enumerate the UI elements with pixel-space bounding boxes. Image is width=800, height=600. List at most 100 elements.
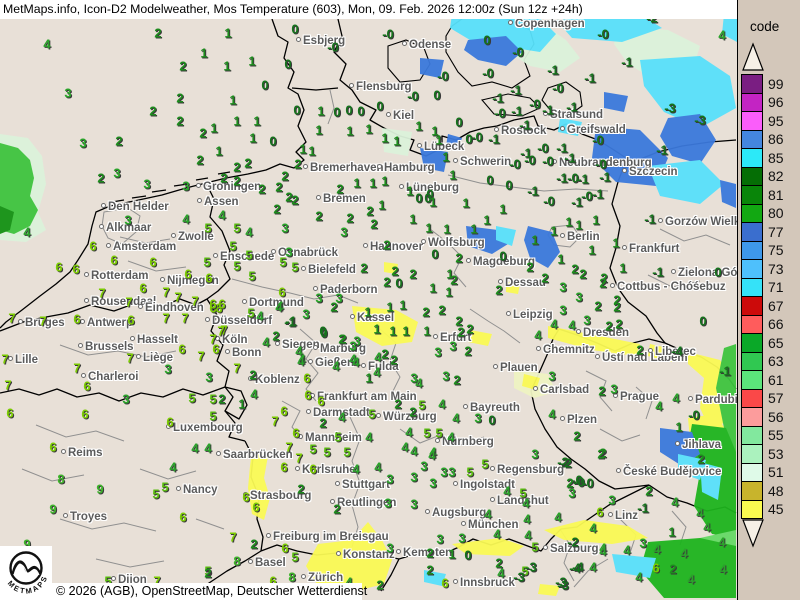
- legend-code-label: 56: [768, 409, 784, 425]
- temp-value: -4: [569, 562, 581, 575]
- legend-code-label: 85: [768, 150, 784, 166]
- temp-value: 2: [176, 115, 183, 128]
- temp-value: -0: [482, 67, 494, 80]
- temp-value: 6: [49, 441, 56, 454]
- temp-value: 4: [410, 445, 417, 458]
- temp-value: 2: [597, 448, 604, 461]
- temp-value: 2: [97, 172, 104, 185]
- city-label-hannover: Hannover: [363, 241, 423, 253]
- temp-value: 2: [599, 277, 606, 290]
- temp-value: 6: [55, 261, 62, 274]
- temp-value: 6: [166, 416, 173, 429]
- city-label-regensburg: Regensburg: [490, 464, 564, 476]
- temp-value: 4: [401, 441, 408, 454]
- temp-value: 6: [6, 407, 13, 420]
- temp-value: 5: [368, 408, 375, 421]
- temp-value: -1: [542, 104, 554, 117]
- legend-entry: 81: [741, 185, 800, 205]
- legend-code-label: 53: [768, 446, 784, 462]
- legend-swatch: [741, 463, 763, 483]
- temp-value: 7: [197, 350, 204, 363]
- city-label-innsbruck: Innsbruck: [453, 577, 515, 589]
- legend-entry: 67: [741, 296, 800, 316]
- temp-value: 1: [248, 55, 255, 68]
- temp-value: 9: [96, 483, 103, 496]
- temp-value: 2: [645, 485, 652, 498]
- temp-value: 1: [233, 115, 240, 128]
- temp-value: 2: [426, 547, 433, 560]
- temp-value: -1: [527, 185, 539, 198]
- temp-value: 1: [406, 185, 413, 198]
- metmaps-logo[interactable]: METMAPS: [0, 546, 52, 600]
- temp-value: -1: [547, 64, 559, 77]
- temp-value: 3: [474, 412, 481, 425]
- city-label-groningen: Groningen: [196, 181, 261, 193]
- temp-value: 7: [1, 353, 8, 366]
- temp-value: 4: [599, 545, 606, 558]
- legend-entry: 99: [741, 74, 800, 94]
- legend-swatch: [741, 407, 763, 427]
- temp-value: 2: [426, 564, 433, 577]
- city-label-antwerp: Antwerp: [80, 317, 133, 329]
- temp-value: 4: [493, 528, 500, 541]
- temp-value: 0: [699, 315, 706, 328]
- temp-value: 0: [395, 277, 402, 290]
- temp-value: 4: [484, 508, 491, 521]
- temp-value: 4: [43, 38, 50, 51]
- temp-value: 4: [548, 408, 555, 421]
- temp-value: 2: [294, 158, 301, 171]
- temp-value: 0: [499, 250, 506, 263]
- temp-value: 0: [714, 266, 721, 279]
- temp-value: 2: [697, 453, 704, 466]
- temp-value: 3: [434, 346, 441, 359]
- city-label-mannheim: Mannheim: [298, 432, 362, 444]
- temp-value: 4: [589, 561, 596, 574]
- city-label-stuttgart: Stuttgart: [335, 479, 390, 491]
- temp-value: 6: [280, 405, 287, 418]
- legend-code-label: 57: [768, 390, 784, 406]
- legend-entries: 9996958685828180777573716766656361575655…: [741, 74, 800, 519]
- legend-code-label: 71: [768, 279, 784, 295]
- legend-swatch: [741, 296, 763, 316]
- temp-value: 0: [284, 58, 291, 71]
- temp-value: 4: [568, 319, 575, 332]
- temp-value: -3: [694, 114, 706, 127]
- weather-map[interactable]: EsbjergOdenseCopenhagenFlensburgKielLübe…: [0, 0, 737, 600]
- temp-value: -0: [529, 98, 541, 111]
- temp-value: -1: [644, 213, 656, 226]
- map-title: MetMaps.info, Icon-D2 Modelweather, Mos …: [0, 0, 741, 19]
- temp-value: 5: [323, 446, 330, 459]
- city-label-lille: Lille: [8, 354, 38, 366]
- temp-value: 2: [409, 406, 416, 419]
- temp-value: 7: [162, 286, 169, 299]
- temp-value: 1: [612, 237, 619, 250]
- temp-value: 3: [559, 304, 566, 317]
- temp-value: 1: [224, 27, 231, 40]
- legend-entry: 77: [741, 222, 800, 242]
- temp-value: 6: [127, 314, 134, 327]
- temp-value: -1: [511, 105, 523, 118]
- temp-value: 3: [608, 494, 615, 507]
- temp-value: 1: [215, 145, 222, 158]
- temp-value: 7: [73, 362, 80, 375]
- temp-value: 1: [373, 323, 380, 336]
- temp-value: 7: [181, 312, 188, 325]
- legend-swatch: [741, 500, 763, 520]
- temp-value: 1: [575, 219, 582, 232]
- temp-value: 4: [338, 411, 345, 424]
- temp-value: 6: [72, 263, 79, 276]
- temp-value: 2: [218, 393, 225, 406]
- temp-value: 4: [204, 442, 211, 455]
- temp-value: 3: [429, 477, 436, 490]
- temp-value: 0: [333, 106, 340, 119]
- temp-value: 1: [346, 125, 353, 138]
- temp-value: -0: [552, 82, 564, 95]
- temp-value: 3: [122, 393, 129, 406]
- temp-value: 4: [332, 360, 339, 373]
- temp-value: 4: [373, 366, 380, 379]
- temp-value: 4: [554, 511, 561, 524]
- temp-value: 6: [278, 286, 285, 299]
- legend-entry: 48: [741, 481, 800, 501]
- temp-value: 7: [39, 315, 46, 328]
- temp-value: 5: [291, 261, 298, 274]
